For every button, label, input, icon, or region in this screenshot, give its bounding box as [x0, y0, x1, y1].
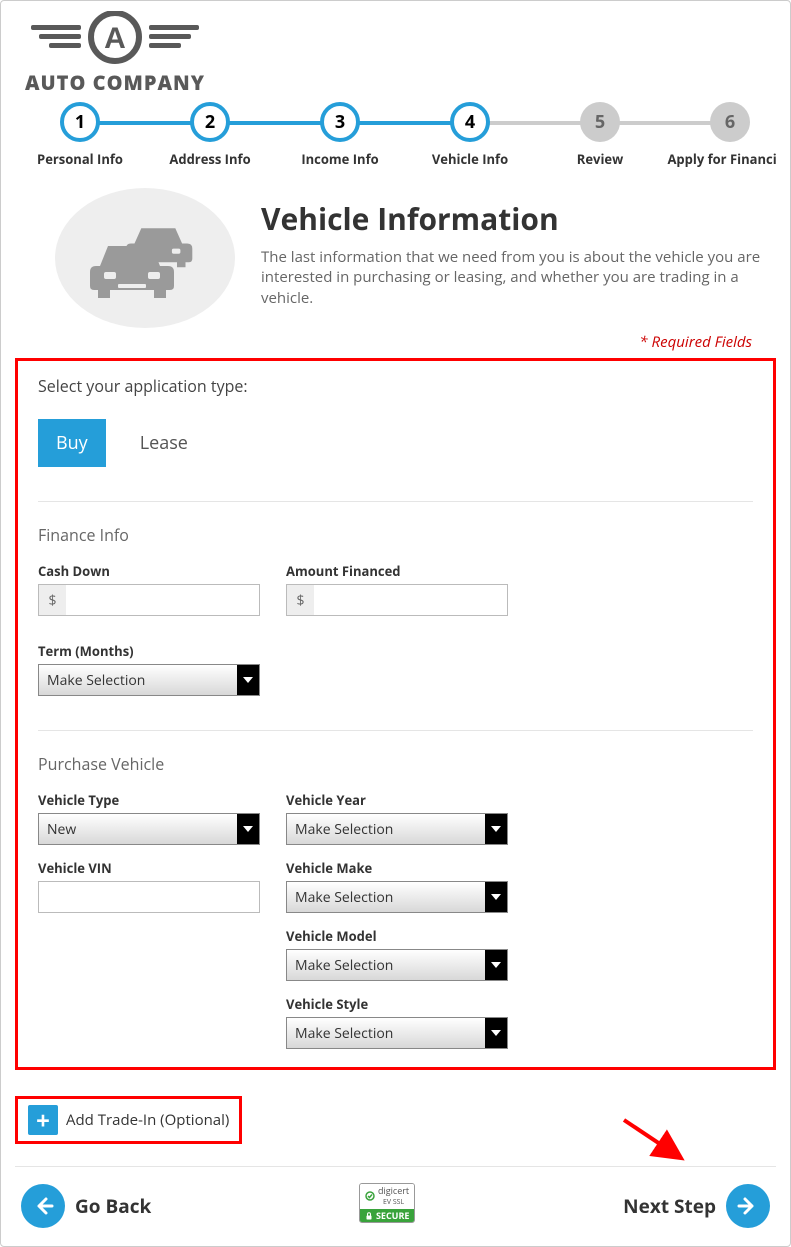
logo-graphic: A	[25, 11, 205, 67]
chevron-down-icon	[237, 665, 259, 695]
step-address-info[interactable]: 2 Address Info	[145, 102, 275, 168]
annotation-arrow-icon	[620, 1116, 690, 1166]
vehicle-make-select[interactable]: Make Selection	[286, 881, 508, 913]
vehicle-type-value: New	[47, 820, 76, 839]
term-label: Term (Months)	[38, 642, 260, 660]
step-vehicle-info[interactable]: 4 Vehicle Info	[405, 102, 535, 168]
required-fields-note: * Required Fields	[15, 332, 776, 352]
chevron-down-icon	[485, 882, 507, 912]
term-select-value: Make Selection	[47, 671, 145, 690]
page-subtitle: The last information that we need from y…	[261, 247, 776, 308]
seal-type: EV SSL	[383, 1198, 404, 1207]
company-logo: A AUTO COMPANY	[15, 11, 215, 96]
vehicle-year-select[interactable]: Make Selection	[286, 813, 508, 845]
vehicle-vin-label: Vehicle VIN	[38, 859, 260, 877]
vehicle-style-value: Make Selection	[295, 1024, 393, 1043]
step-apply-financing[interactable]: 6 Apply for Financing	[665, 102, 776, 168]
trade-in-highlight-box: + Add Trade-In (Optional)	[15, 1096, 242, 1144]
plus-icon: +	[28, 1105, 58, 1135]
progress-stepper: 1 Personal Info 2 Address Info 3 Income …	[15, 102, 776, 168]
lock-icon	[365, 1212, 373, 1220]
seal-secure-text: SECURE	[376, 1211, 410, 1221]
step-review[interactable]: 5 Review	[535, 102, 665, 168]
vehicle-style-label: Vehicle Style	[286, 995, 508, 1013]
vehicle-make-label: Vehicle Make	[286, 859, 508, 877]
add-trade-in-label: Add Trade-In (Optional)	[66, 1110, 229, 1130]
go-back-label: Go Back	[75, 1193, 151, 1219]
go-back-button[interactable]: Go Back	[21, 1184, 151, 1228]
amount-financed-label: Amount Financed	[286, 562, 508, 580]
chevron-down-icon	[237, 814, 259, 844]
vehicle-type-label: Vehicle Type	[38, 791, 260, 809]
form-highlight-box: Select your application type: Buy Lease …	[15, 358, 776, 1070]
vehicle-year-value: Make Selection	[295, 820, 393, 839]
vehicle-year-label: Vehicle Year	[286, 791, 508, 809]
tab-buy[interactable]: Buy	[38, 419, 106, 467]
tab-lease[interactable]: Lease	[122, 419, 206, 467]
next-step-button[interactable]: Next Step	[623, 1184, 770, 1228]
application-type-prompt: Select your application type:	[38, 375, 753, 397]
arrow-left-icon	[21, 1184, 65, 1228]
logo-text: AUTO COMPANY	[25, 69, 205, 96]
step-personal-info[interactable]: 1 Personal Info	[15, 102, 145, 168]
purchase-vehicle-title: Purchase Vehicle	[38, 753, 753, 775]
finance-info-title: Finance Info	[38, 524, 753, 546]
amount-financed-input[interactable]	[286, 584, 508, 616]
vehicle-model-value: Make Selection	[295, 956, 393, 975]
application-type-tabs: Buy Lease	[38, 419, 753, 467]
chevron-down-icon	[485, 950, 507, 980]
app-frame: A AUTO COMPANY 1 Personal Info 2 Address…	[0, 0, 791, 1247]
security-seal: digicert EV SSL SECURE	[359, 1183, 416, 1228]
step-income-info[interactable]: 3 Income Info	[275, 102, 405, 168]
divider	[15, 1166, 776, 1167]
cash-down-label: Cash Down	[38, 562, 260, 580]
vehicle-make-value: Make Selection	[295, 888, 393, 907]
amount-financed-prefix: $	[286, 584, 314, 616]
chevron-down-icon	[485, 814, 507, 844]
add-trade-in-button[interactable]: + Add Trade-In (Optional)	[28, 1105, 229, 1135]
chevron-down-icon	[485, 1018, 507, 1048]
vehicle-style-select[interactable]: Make Selection	[286, 1017, 508, 1049]
footer-nav: Go Back digicert EV SSL SECURE Next Step	[15, 1183, 776, 1228]
vehicle-vin-input[interactable]	[38, 881, 260, 913]
vehicle-model-select[interactable]: Make Selection	[286, 949, 508, 981]
cash-down-prefix: $	[38, 584, 66, 616]
page-header: Vehicle Information The last information…	[15, 188, 776, 328]
next-step-label: Next Step	[623, 1193, 716, 1219]
divider	[38, 501, 753, 502]
vehicle-type-select[interactable]: New	[38, 813, 260, 845]
svg-text:A: A	[104, 22, 126, 55]
seal-brand: digicert	[378, 1184, 409, 1197]
cash-down-input[interactable]	[38, 584, 260, 616]
term-select[interactable]: Make Selection	[38, 664, 260, 696]
vehicle-icon	[55, 188, 235, 328]
page-title: Vehicle Information	[261, 198, 776, 239]
vehicle-model-label: Vehicle Model	[286, 927, 508, 945]
arrow-right-icon	[726, 1184, 770, 1228]
divider	[38, 730, 753, 731]
